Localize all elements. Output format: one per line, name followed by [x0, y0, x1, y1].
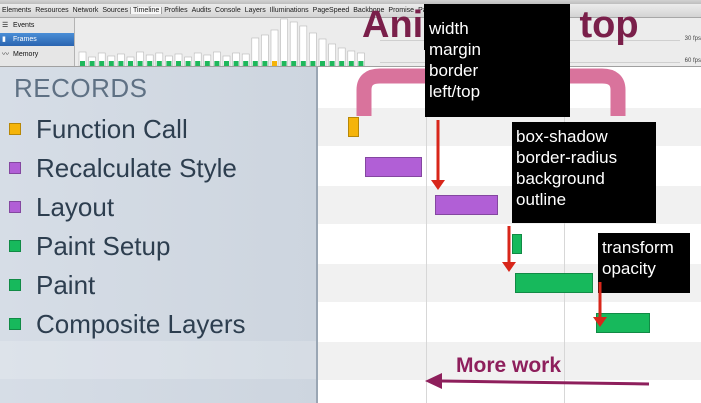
- layout-bar[interactable]: [435, 195, 498, 215]
- record-color-swatch: [9, 318, 21, 330]
- record-color-swatch: [9, 240, 21, 252]
- record-label: Paint: [36, 270, 96, 300]
- frame-bar-segment: [262, 61, 268, 66]
- frame-bar: [299, 25, 308, 66]
- record-label: Composite Layers: [36, 309, 246, 339]
- overview-item-memory[interactable]: 〰 Memory: [0, 48, 74, 61]
- frame-bar-segment: [185, 61, 191, 66]
- events-icon: ☰: [2, 22, 9, 29]
- frame-bar-segment: [224, 61, 229, 66]
- overview-item-events[interactable]: ☰ Events: [0, 19, 74, 32]
- record-row-layout[interactable]: Layout: [0, 189, 316, 227]
- callout-composite-properties: transform opacity: [598, 233, 690, 293]
- frame-bar-segment: [108, 61, 114, 66]
- record-color-swatch: [9, 279, 21, 291]
- record-color-swatch: [9, 201, 21, 213]
- callout-paint-properties: box-shadow border-radius background outl…: [512, 122, 656, 223]
- frame-bar-segment: [176, 61, 181, 66]
- records-header: RECORDS: [14, 73, 148, 103]
- overview-item-label: Frames: [13, 36, 37, 43]
- frame-bar-segment: [128, 61, 133, 66]
- frames-bar-chart[interactable]: [75, 18, 375, 66]
- frame-bar-segment: [80, 61, 85, 66]
- more-work-label: More work: [456, 354, 562, 377]
- frame-bar-segment: [310, 61, 316, 66]
- devtools-tab-console[interactable]: Console: [213, 7, 243, 14]
- frame-bar: [289, 21, 298, 66]
- fps-60-label: 60 fps: [684, 58, 701, 64]
- callout-layout-properties: width margin border left/top: [425, 14, 570, 117]
- frame-bar-segment: [320, 61, 325, 66]
- frame-bar-segment: [99, 61, 105, 66]
- devtools-tab-timeline[interactable]: Timeline: [130, 7, 163, 14]
- frame-bar-segment: [118, 61, 124, 66]
- devtools-tab-network[interactable]: Network: [71, 7, 101, 14]
- frame-bar-segment: [291, 61, 297, 66]
- frame-bar: [270, 29, 279, 66]
- frame-bar-segment: [252, 61, 258, 66]
- frame-bar-segment: [89, 61, 95, 66]
- record-label: Function Call: [36, 114, 188, 144]
- record-color-swatch: [9, 123, 21, 135]
- record-row-paint[interactable]: Paint: [0, 267, 316, 305]
- frame-bar-segment: [339, 61, 345, 66]
- devtools-tab-illuminations[interactable]: Illuminations: [268, 7, 311, 14]
- overview-item-frames[interactable]: ▮ Frames: [0, 33, 74, 46]
- record-label: Layout: [36, 192, 115, 222]
- devtools-tab-layers[interactable]: Layers: [243, 7, 268, 14]
- fps-30-label: 30 fps: [684, 36, 701, 42]
- devtools-tab-profiles[interactable]: Profiles: [162, 7, 189, 14]
- paint-setup-bar[interactable]: [512, 234, 522, 254]
- frame-bar-segment: [329, 61, 335, 66]
- overview-item-label: Events: [13, 22, 35, 29]
- recalculate-style-bar[interactable]: [365, 157, 422, 177]
- record-row-function-call[interactable]: Function Call: [0, 111, 316, 149]
- frame-bar-segment: [204, 61, 210, 66]
- overview-nav: ☰ Events ▮ Frames 〰 Memory: [0, 18, 75, 66]
- paint-bar[interactable]: [515, 273, 593, 293]
- overview-item-label: Memory: [13, 51, 39, 58]
- devtools-tab-audits[interactable]: Audits: [190, 7, 213, 14]
- record-color-swatch: [9, 162, 21, 174]
- devtools-tab-resources[interactable]: Resources: [33, 7, 70, 14]
- composite-layers-bar[interactable]: [596, 313, 650, 333]
- frame-bar-segment: [195, 61, 201, 66]
- frame-bar: [280, 18, 288, 66]
- devtools-tab-sources[interactable]: Sources: [100, 7, 130, 14]
- devtools-tab-pagespeed[interactable]: PageSpeed: [311, 7, 352, 14]
- frame-bar-segment: [243, 61, 249, 66]
- frame-bar-segment: [233, 61, 239, 66]
- function-call-bar[interactable]: [348, 117, 359, 137]
- frame-bar-segment: [300, 61, 306, 66]
- record-label: Recalculate Style: [36, 153, 237, 183]
- record-label: Paint Setup: [36, 231, 171, 261]
- frame-bar-segment: [156, 61, 162, 66]
- record-row-paint-setup[interactable]: Paint Setup: [0, 228, 316, 266]
- frame-bar-segment: [214, 61, 220, 66]
- frame-bar-segment: [137, 61, 143, 66]
- sidebar-stripe: [0, 341, 316, 379]
- frame-bar-segment: [272, 61, 277, 66]
- records-sidebar: RECORDS Function Call Recalculate Style …: [0, 67, 318, 403]
- frame-bar-segment: [281, 61, 287, 66]
- memory-icon: 〰: [2, 51, 9, 58]
- record-row-recalculate-style[interactable]: Recalculate Style: [0, 150, 316, 188]
- frame-bar-segment: [166, 61, 172, 66]
- frame-bar-segment: [147, 61, 153, 66]
- frames-icon: ▮: [2, 36, 6, 43]
- record-row-composite-layers[interactable]: Composite Layers: [0, 306, 316, 344]
- devtools-tab-elements[interactable]: Elements: [0, 7, 33, 14]
